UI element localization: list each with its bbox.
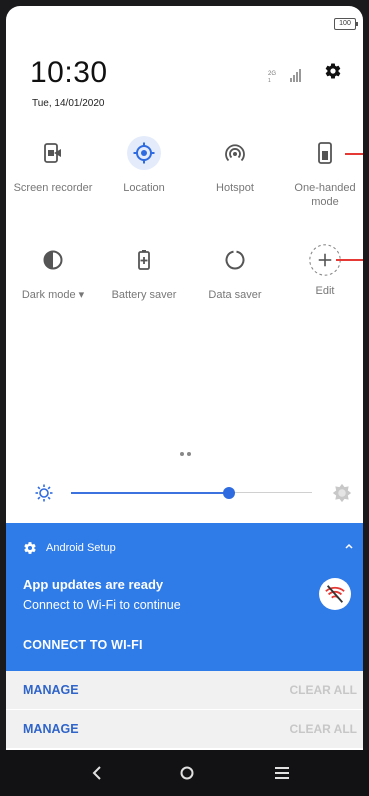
notification-text: Connect to Wi-Fi to continue xyxy=(23,598,181,612)
annotation-line xyxy=(336,259,363,261)
data-saver-icon xyxy=(218,243,252,277)
tile-hotspot[interactable]: Hotspot xyxy=(195,136,275,195)
svg-text:2G: 2G xyxy=(268,71,276,77)
auto-brightness-icon[interactable] xyxy=(332,483,352,503)
back-icon[interactable] xyxy=(91,766,103,780)
tile-one-handed-mode[interactable]: One-handed mode xyxy=(285,136,363,209)
tile-label: Hotspot xyxy=(216,182,254,194)
notification-title: App updates are ready xyxy=(23,577,164,592)
tile-screen-recorder[interactable]: Screen recorder xyxy=(13,136,93,195)
brightness-low-icon xyxy=(35,484,53,502)
tile-battery-saver[interactable]: Battery saver xyxy=(104,243,184,302)
settings-gear-icon xyxy=(24,542,36,554)
wifi-off-icon xyxy=(319,578,351,610)
tile-edit[interactable]: Edit xyxy=(285,243,363,298)
navigation-bar xyxy=(0,750,369,796)
tile-label: Battery saver xyxy=(111,289,177,301)
clear-all-button[interactable]: CLEAR ALL xyxy=(289,722,357,736)
screen-recorder-icon xyxy=(36,136,70,170)
tile-label: Location xyxy=(123,182,165,194)
tile-label: Edit xyxy=(315,285,335,297)
chevron-up-icon[interactable] xyxy=(344,541,354,551)
hotspot-icon xyxy=(218,136,252,170)
manage-button[interactable]: MANAGE xyxy=(23,722,79,736)
battery-saver-icon xyxy=(127,243,161,277)
tile-location[interactable]: Location xyxy=(104,136,184,195)
brightness-slider-thumb[interactable] xyxy=(223,487,235,499)
tile-data-saver[interactable]: Data saver xyxy=(195,243,275,302)
menu-icon[interactable] xyxy=(275,767,289,779)
brightness-track[interactable] xyxy=(230,492,312,493)
notification-footer: MANAGE CLEAR ALL xyxy=(6,710,363,748)
quick-settings-panel: 100 10:30 Tue, 14/01/2020 2G 1 Screen re… xyxy=(6,6,363,750)
location-icon xyxy=(127,136,161,170)
tile-label: Dark mode ▾ xyxy=(21,289,85,301)
tile-label: One-handed mode xyxy=(294,182,356,208)
home-icon[interactable] xyxy=(180,766,194,780)
clear-all-button[interactable]: CLEAR ALL xyxy=(289,683,357,697)
page-indicator[interactable] xyxy=(180,443,194,461)
tile-dark-mode[interactable]: Dark mode ▾ xyxy=(13,243,93,302)
annotation-line xyxy=(345,153,363,155)
brightness-track-filled[interactable] xyxy=(71,492,230,494)
connect-wifi-button[interactable]: CONNECT TO WI-FI xyxy=(23,638,143,652)
signal-icon: 2G 1 xyxy=(268,69,301,84)
battery-indicator: 100 xyxy=(334,18,358,30)
one-handed-mode-icon xyxy=(308,136,342,170)
tile-label: Screen recorder xyxy=(13,182,93,194)
dark-mode-icon xyxy=(36,243,70,277)
notification-footer: MANAGE CLEAR ALL xyxy=(6,671,363,709)
manage-button[interactable]: MANAGE xyxy=(23,683,79,697)
clock[interactable]: 10:30 xyxy=(30,56,108,90)
settings-gear-icon[interactable] xyxy=(324,62,342,80)
svg-text:1: 1 xyxy=(268,78,271,84)
notification-card[interactable]: Android Setup App updates are ready Conn… xyxy=(6,523,363,671)
date[interactable]: Tue, 14/01/2020 xyxy=(32,98,104,109)
notification-app-name: Android Setup xyxy=(46,542,116,554)
tile-label: Data saver xyxy=(208,289,262,301)
